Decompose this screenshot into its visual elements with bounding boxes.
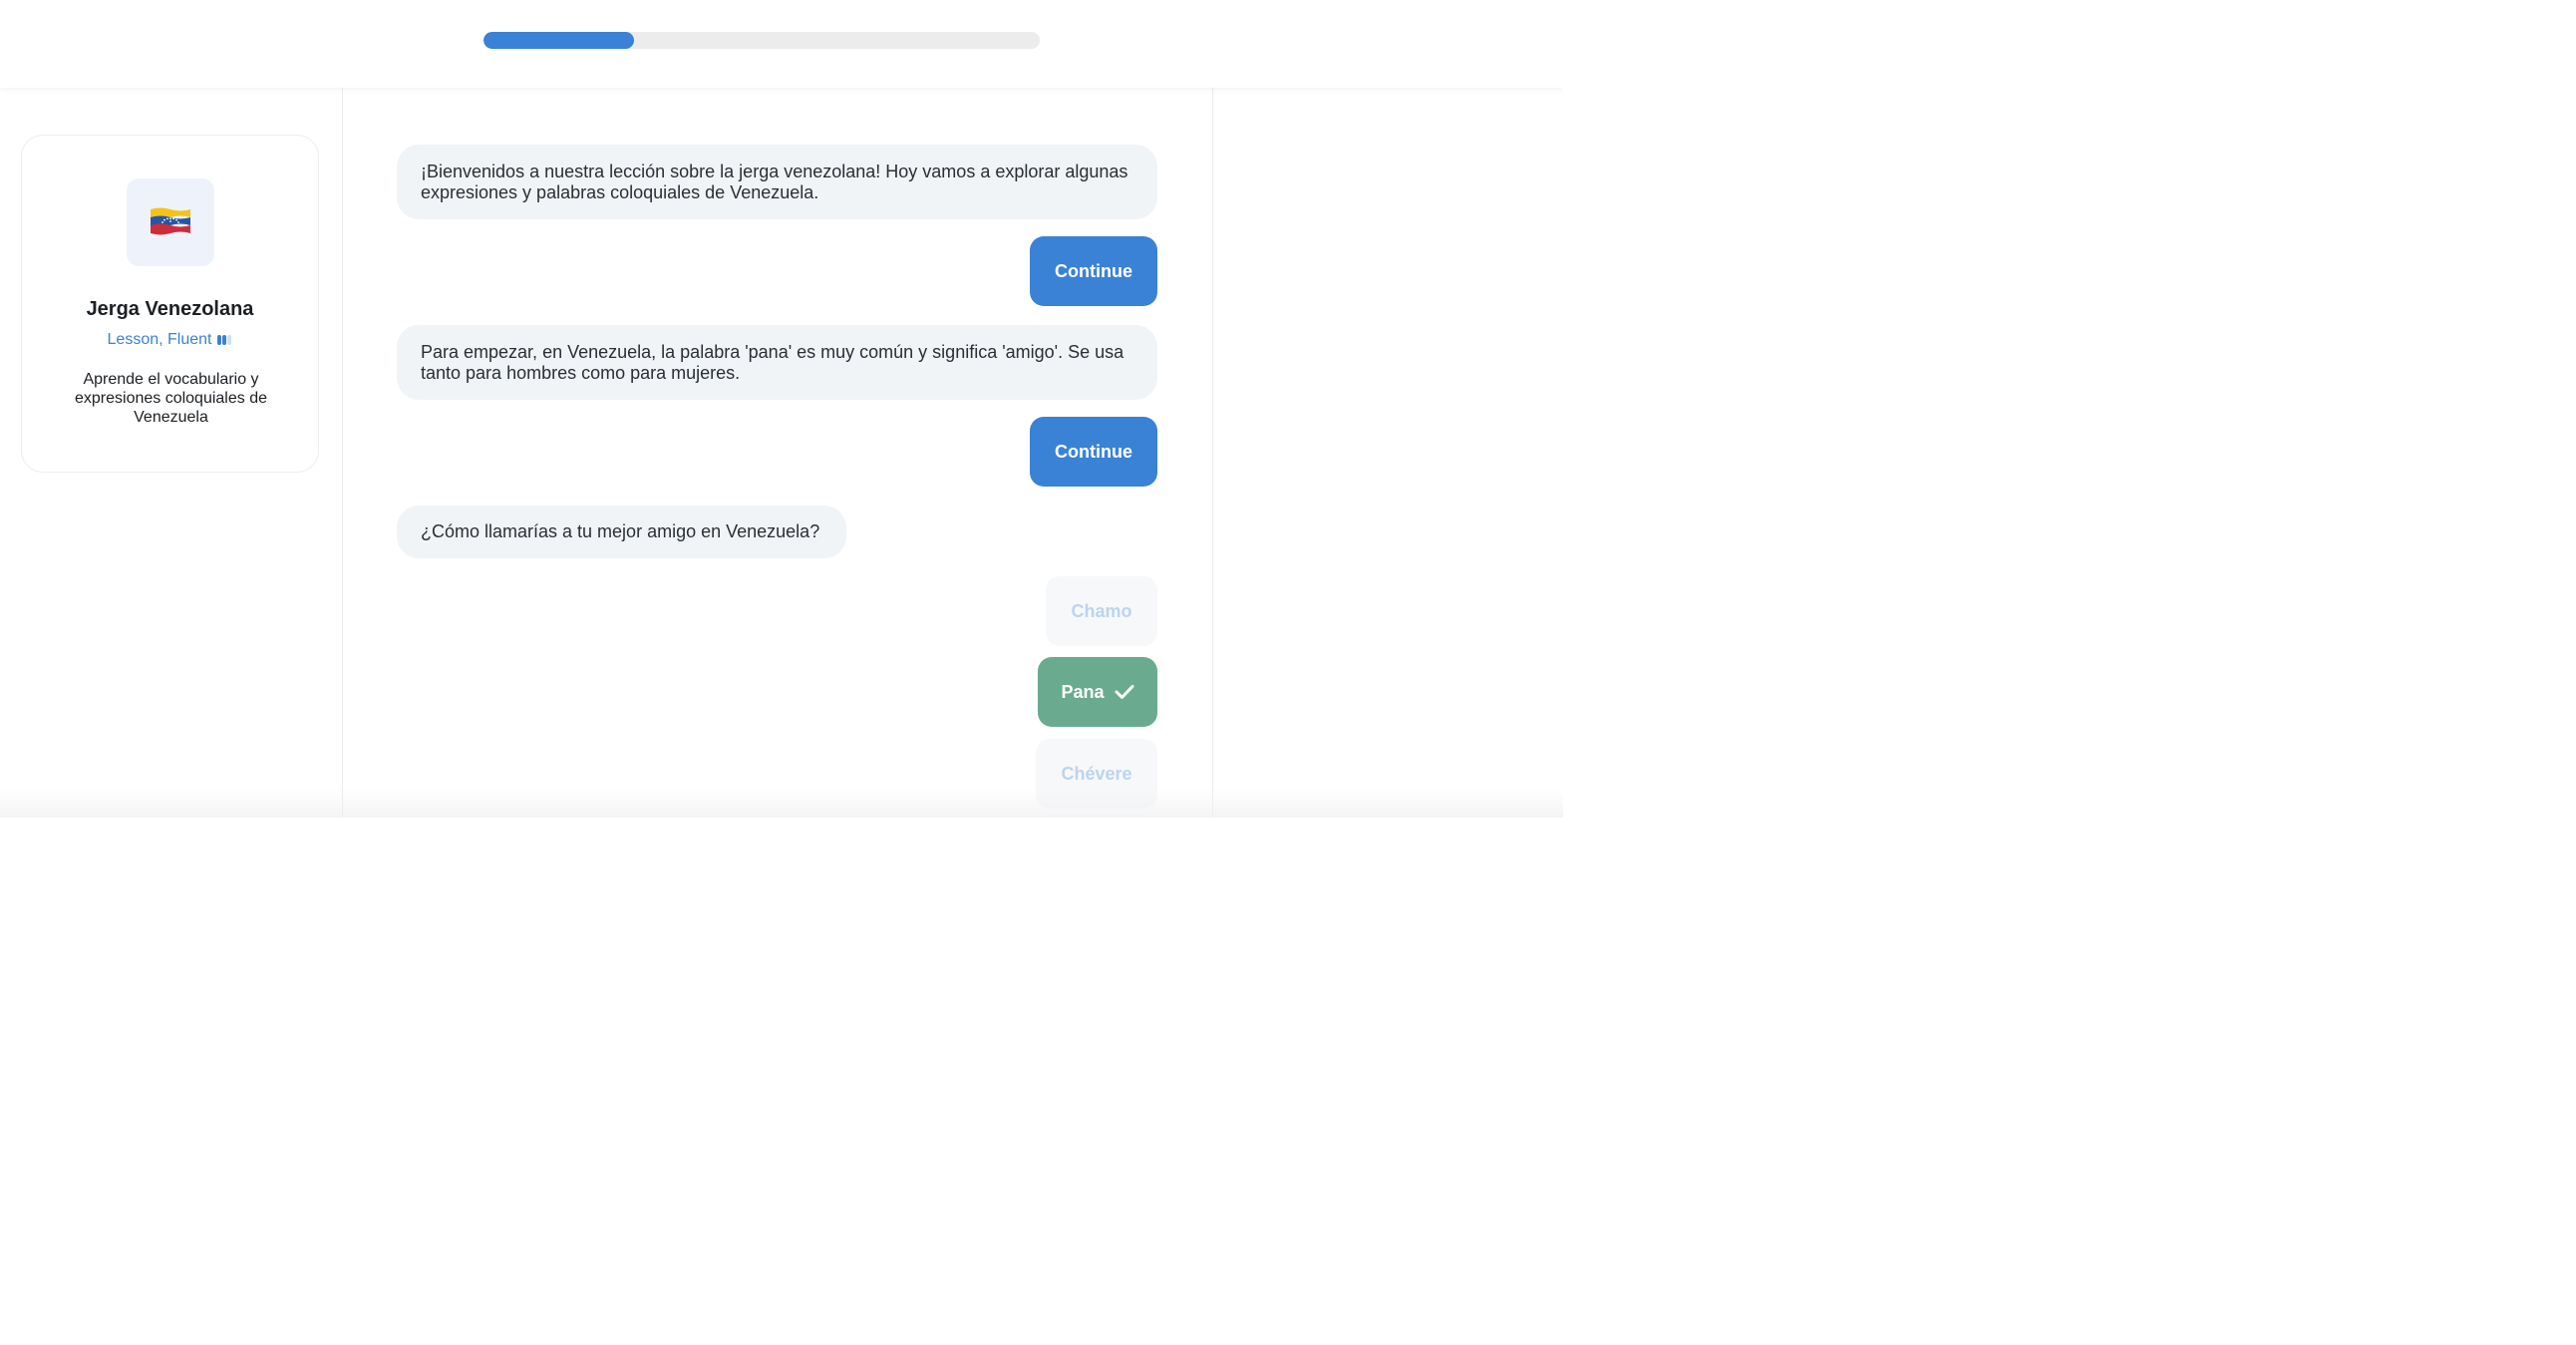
level-bar xyxy=(222,335,227,345)
lesson-info-card: Jerga Venezolana Lesson, Fluent Aprende … xyxy=(21,135,319,473)
continue-button[interactable]: Continue xyxy=(1030,236,1157,306)
difficulty-level-icon xyxy=(217,332,232,350)
right-column-divider xyxy=(1212,88,1213,818)
chat-message-welcome: ¡Bienvenidos a nuestra lección sobre la … xyxy=(397,145,1157,219)
lesson-meta-label: Lesson, Fluent xyxy=(107,331,212,348)
lesson-icon-tile xyxy=(127,178,214,266)
checkmark-icon xyxy=(1115,685,1134,699)
chat-question: ¿Cómo llamarías a tu mejor amigo en Vene… xyxy=(397,505,846,558)
venezuela-flag-icon xyxy=(151,207,190,235)
lesson-app: Jerga Venezolana Lesson, Fluent Aprende … xyxy=(0,0,1563,818)
lesson-meta: Lesson, Fluent xyxy=(22,331,318,350)
left-column-divider xyxy=(342,88,343,818)
answer-option-pana[interactable]: Pana xyxy=(1038,657,1157,727)
chat-message-pana: Para empezar, en Venezuela, la palabra '… xyxy=(397,325,1157,400)
continue-button[interactable]: Continue xyxy=(1030,417,1157,487)
bottom-scroll-fade xyxy=(0,788,1563,818)
lesson-description: Aprende el vocabulario y expresiones col… xyxy=(74,371,267,426)
top-bar xyxy=(0,0,1563,88)
lesson-title: Jerga Venezolana xyxy=(86,298,254,320)
lesson-progress-fill xyxy=(483,32,634,49)
lesson-progress-bar xyxy=(483,32,1040,49)
answer-option-chamo[interactable]: Chamo xyxy=(1046,576,1157,646)
answer-option-label: Pana xyxy=(1061,681,1105,702)
level-bar xyxy=(217,335,222,345)
level-bar xyxy=(227,335,232,345)
